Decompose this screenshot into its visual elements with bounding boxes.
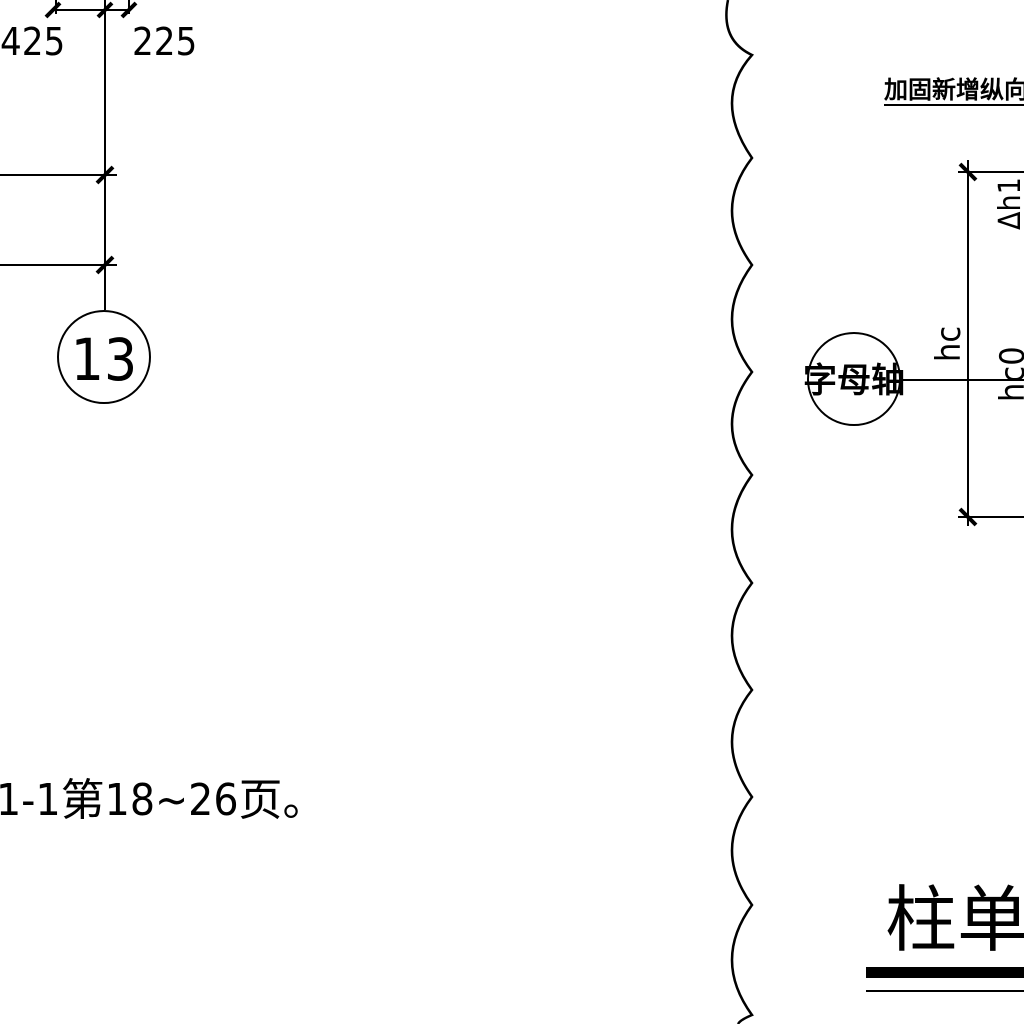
- title-underline-thick: [866, 967, 1024, 978]
- axis-bubble-label: 13: [71, 326, 137, 394]
- right-detail: 加固新增纵向受力钢 字母轴 Δh1 hc hc0 柱单面: [803, 76, 1024, 992]
- drawing-canvas: 425 225 13 1-1第18~26页。 加固新增纵向受力钢 字: [0, 0, 1024, 1024]
- dimension-label: 225: [132, 20, 197, 64]
- break-line: [725, 0, 755, 1024]
- section-title: 柱单面: [885, 878, 1024, 962]
- dimension-label: 425: [0, 20, 65, 64]
- delta-h-label: Δh1: [993, 177, 1024, 230]
- left-detail: 425 225 13 1-1第18~26页。: [0, 0, 327, 826]
- axis-bubble-label: 字母轴: [803, 361, 905, 401]
- header-note: 加固新增纵向受力钢: [884, 76, 1024, 104]
- hc0-label: hc0: [993, 346, 1024, 402]
- hc-label: hc: [929, 326, 969, 362]
- reference-note: 1-1第18~26页。: [0, 775, 327, 826]
